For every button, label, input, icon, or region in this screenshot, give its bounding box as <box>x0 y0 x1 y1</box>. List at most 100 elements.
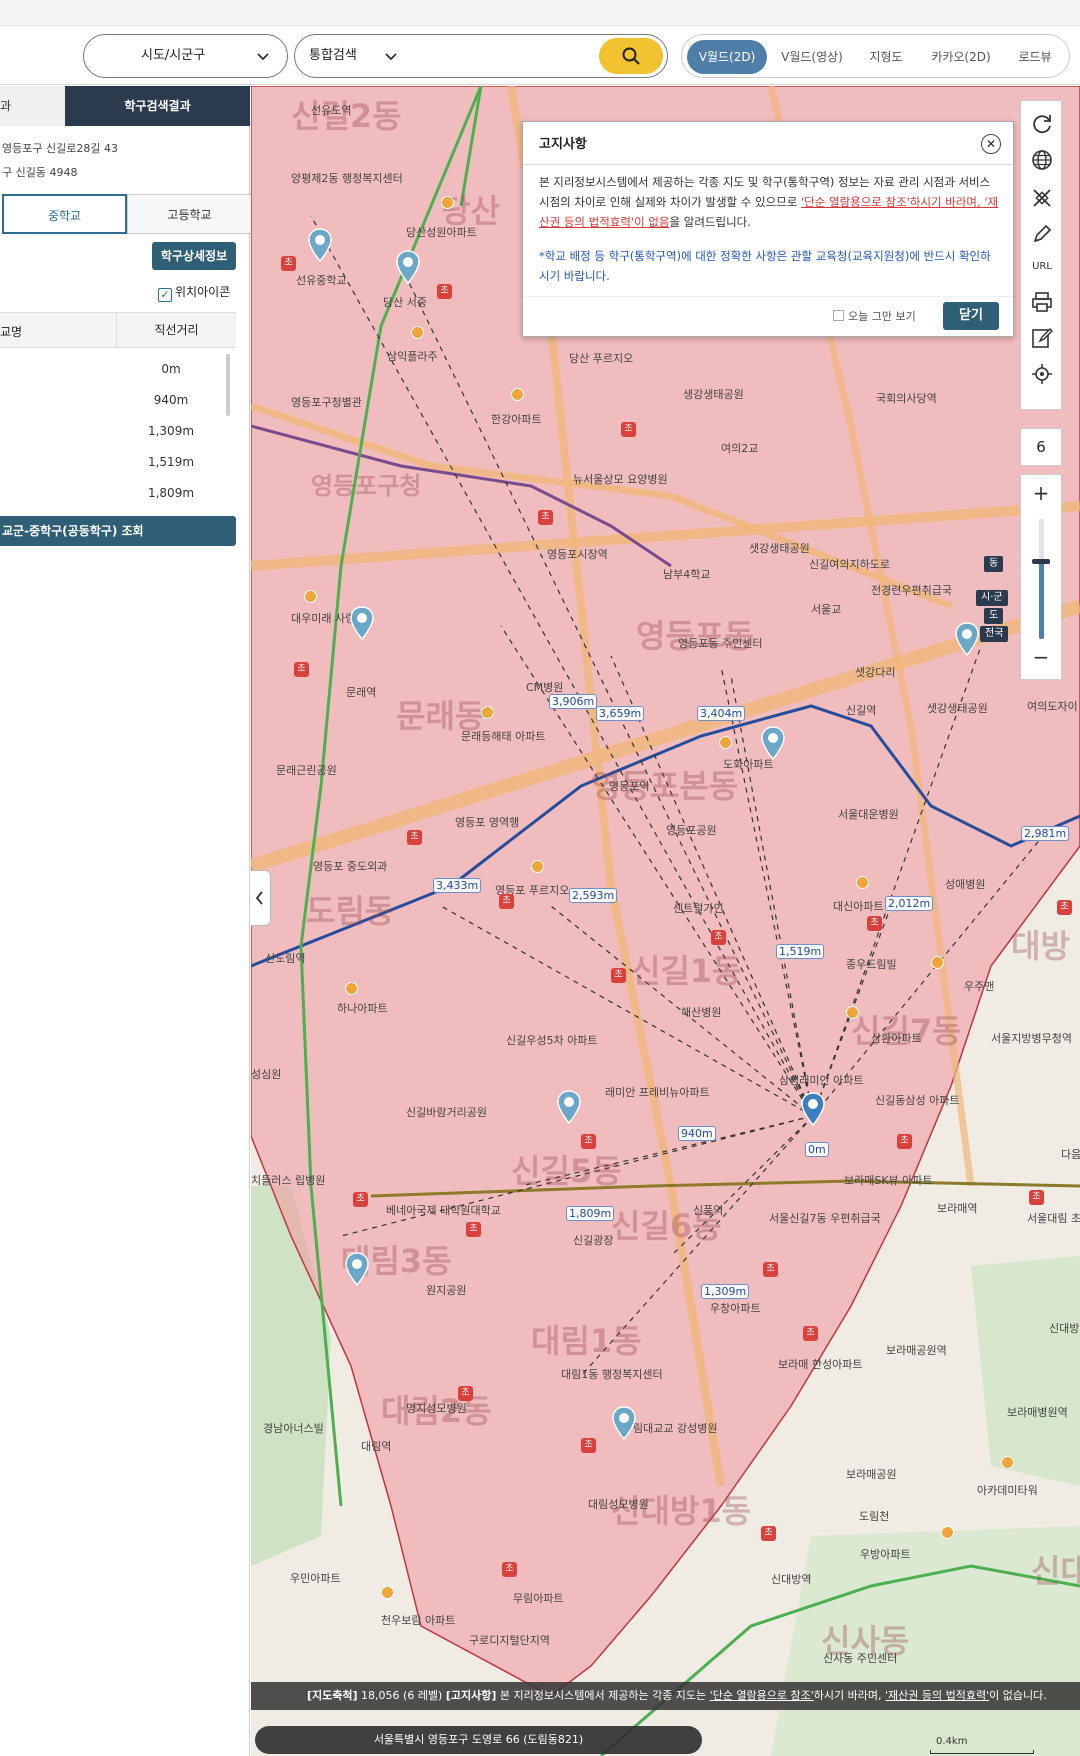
elementary-school-icon[interactable]: 초 <box>611 968 626 983</box>
close-icon[interactable]: ✕ <box>981 134 1001 154</box>
mode-vworld-image[interactable]: V월드(영상) <box>770 40 854 74</box>
draw-pen-icon[interactable] <box>1029 221 1055 247</box>
elementary-school-icon[interactable]: 초 <box>711 930 726 945</box>
zoom-in-button[interactable]: + <box>1021 481 1061 505</box>
poi-marker-icon[interactable] <box>441 196 454 209</box>
zoom-level-label-dong[interactable]: 동 <box>984 556 1004 572</box>
elementary-school-icon[interactable]: 초 <box>466 1222 481 1237</box>
school-pin-icon[interactable] <box>760 726 786 760</box>
place-label: 래미안 프레비뉴아파트 <box>605 1086 710 1099</box>
poi-marker-icon[interactable] <box>846 1006 859 1019</box>
elementary-school-icon[interactable]: 초 <box>458 1386 473 1401</box>
school-pin-icon[interactable] <box>344 1252 370 1286</box>
elementary-school-icon[interactable]: 초 <box>437 284 452 299</box>
search-box: 통합검색 <box>294 34 668 78</box>
school-pin-icon[interactable] <box>395 250 421 284</box>
place-label: 전경련우편취급국 <box>871 584 952 597</box>
shared-zone-lookup-button[interactable]: 교군-중학구(공동학구) 조회 <box>0 516 236 546</box>
poi-marker-icon[interactable] <box>345 982 358 995</box>
tab-middle-school[interactable]: 중학교 <box>2 194 127 234</box>
notice-close-button[interactable]: 닫기 <box>943 302 999 330</box>
elementary-school-icon[interactable]: 초 <box>407 830 422 845</box>
refresh-icon[interactable] <box>1029 111 1055 137</box>
school-pin-icon[interactable] <box>954 622 980 656</box>
notice-body: 본 지리정보시스템에서 제공하는 각종 지도 및 학구(통학구역) 정보는 자료… <box>539 172 999 232</box>
elementary-school-icon[interactable]: 초 <box>867 916 882 931</box>
mode-kakao-2d[interactable]: 카카오(2D) <box>918 40 1004 74</box>
table-row[interactable]: 1,809m <box>116 486 226 500</box>
place-label: 양평제2동 행정복지센터 <box>291 172 403 185</box>
poi-marker-icon[interactable] <box>304 590 317 603</box>
poi-marker-icon[interactable] <box>941 1526 954 1539</box>
footer-notice-link[interactable]: '단순 열람용으로 참조' <box>710 1689 814 1702</box>
elementary-school-icon[interactable]: 초 <box>294 662 309 677</box>
place-label: 신길광장 <box>573 1234 614 1247</box>
elementary-school-icon[interactable]: 초 <box>581 1438 596 1453</box>
poi-marker-icon[interactable] <box>1001 1456 1014 1469</box>
elementary-school-icon[interactable]: 초 <box>763 1262 778 1277</box>
elementary-school-icon[interactable]: 초 <box>353 1192 368 1207</box>
poi-marker-icon[interactable] <box>511 388 524 401</box>
zoom-level-label-sigun[interactable]: 시·군 <box>976 590 1008 606</box>
search-button[interactable] <box>599 38 663 74</box>
zoom-slider-track[interactable] <box>1032 519 1050 639</box>
poi-marker-icon[interactable] <box>531 860 544 873</box>
globe-icon[interactable] <box>1029 147 1055 173</box>
my-location-icon[interactable] <box>1029 361 1055 387</box>
elementary-school-icon[interactable]: 초 <box>281 256 296 271</box>
distance-label: 3,404m <box>697 706 746 721</box>
school-pin-icon[interactable] <box>611 1406 637 1440</box>
mode-vworld-2d[interactable]: V월드(2D) <box>687 40 767 74</box>
footer-notice-link[interactable]: '재산권 등의 법적효력' <box>885 1689 989 1702</box>
current-school-pin-icon[interactable] <box>800 1092 826 1126</box>
zoom-level-label-do[interactable]: 도 <box>984 608 1004 624</box>
zoom-level-label-nation[interactable]: 전국 <box>980 626 1009 642</box>
district-label: 신길1동 <box>631 952 742 990</box>
hide-today-checkbox[interactable]: 오늘 그만 보기 <box>833 308 916 324</box>
poi-marker-icon[interactable] <box>719 736 732 749</box>
poi-marker-icon[interactable] <box>856 876 869 889</box>
elementary-school-icon[interactable]: 초 <box>502 1562 517 1577</box>
place-label: 당산 푸르지오 <box>569 352 634 365</box>
elementary-school-icon[interactable]: 초 <box>538 510 553 525</box>
elementary-school-icon[interactable]: 초 <box>803 1326 818 1341</box>
elementary-school-icon[interactable]: 초 <box>581 1134 596 1149</box>
results-scrollbar[interactable] <box>226 354 230 416</box>
region-select[interactable]: 시도/시군구 <box>83 34 288 78</box>
measure-tool-icon[interactable] <box>1029 185 1055 211</box>
print-icon[interactable] <box>1029 289 1055 315</box>
search-input[interactable] <box>399 41 579 71</box>
location-icon-checkbox[interactable]: ✓ 위치아이콘 <box>158 283 230 302</box>
tab-high-school[interactable]: 고등학교 <box>127 194 252 234</box>
school-pin-icon[interactable] <box>349 606 375 640</box>
table-row[interactable]: 0m <box>116 362 226 376</box>
poi-marker-icon[interactable] <box>381 1586 394 1599</box>
footer-notice-text: 이 없습니다. <box>989 1689 1047 1702</box>
school-pin-icon[interactable] <box>307 228 333 262</box>
table-row[interactable]: 1,309m <box>116 424 226 438</box>
elementary-school-icon[interactable]: 초 <box>499 894 514 909</box>
elementary-school-icon[interactable]: 초 <box>761 1526 776 1541</box>
elementary-school-icon[interactable]: 초 <box>1029 1190 1044 1205</box>
tab-school-zone-results[interactable]: 학구검색결과 <box>65 86 250 126</box>
zoom-slider-thumb[interactable] <box>1032 559 1050 564</box>
poi-marker-icon[interactable] <box>931 956 944 969</box>
table-row[interactable]: 1,519m <box>116 455 226 469</box>
mode-roadview[interactable]: 로드뷰 <box>1004 40 1066 74</box>
zone-detail-button[interactable]: 학구상세정보 <box>152 242 236 270</box>
search-type-select[interactable]: 통합검색 <box>309 35 399 77</box>
place-label: 경남아너스빌 <box>263 1422 324 1435</box>
elementary-school-icon[interactable]: 초 <box>621 422 636 437</box>
school-pin-icon[interactable] <box>556 1090 582 1124</box>
mode-terrain[interactable]: 지형도 <box>854 40 918 74</box>
poi-marker-icon[interactable] <box>481 706 494 719</box>
panel-collapse-button[interactable] <box>251 870 271 926</box>
edit-note-icon[interactable] <box>1029 325 1055 351</box>
zoom-out-button[interactable]: − <box>1021 645 1061 669</box>
elementary-school-icon[interactable]: 초 <box>897 1134 912 1149</box>
url-share-button[interactable]: URL <box>1021 261 1063 272</box>
tab-previous[interactable]: 과 <box>0 86 65 126</box>
elementary-school-icon[interactable]: 초 <box>1057 900 1072 915</box>
table-row[interactable]: 940m <box>116 393 226 407</box>
poi-marker-icon[interactable] <box>411 326 424 339</box>
